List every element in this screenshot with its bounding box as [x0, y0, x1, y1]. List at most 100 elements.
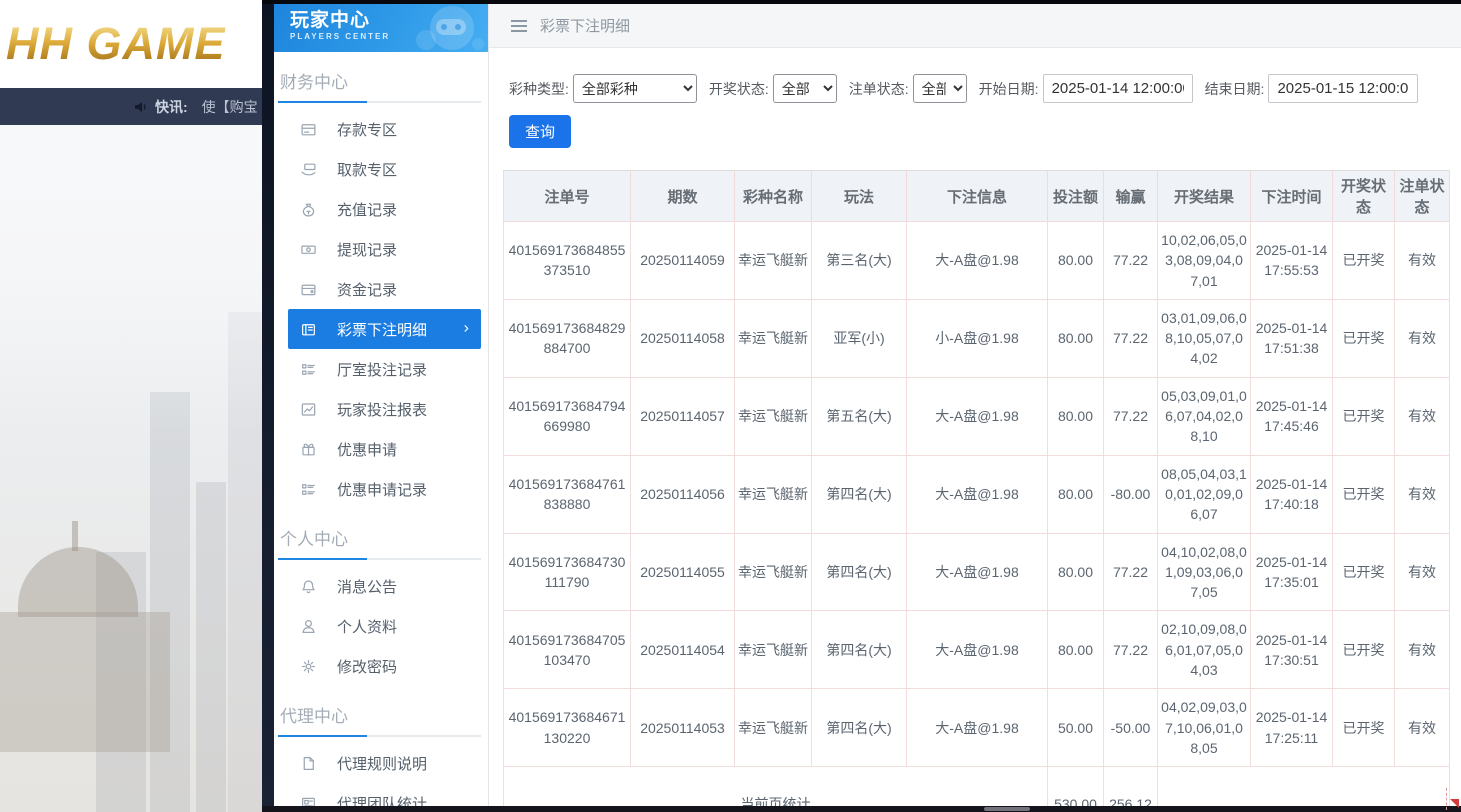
sidebar-item[interactable]: 厅室投注记录	[274, 349, 488, 389]
table-cell: 77.22	[1104, 222, 1158, 300]
table-cell: 幸运飞艇新	[735, 299, 812, 377]
hamburger-menu-icon[interactable]	[511, 20, 527, 32]
table-cell: 第四名(大)	[812, 533, 907, 611]
sidebar-item-label: 资金记录	[337, 279, 397, 300]
table-cell: 80.00	[1048, 377, 1104, 455]
main-topbar: 彩票下注明细	[489, 4, 1461, 48]
sidebar-item[interactable]: 资金记录	[274, 269, 488, 309]
table-cell: 77.22	[1104, 533, 1158, 611]
table-cell: 已开奖	[1333, 611, 1395, 689]
gamepad-icon	[436, 19, 466, 35]
column-header: 期数	[631, 171, 735, 222]
table-cell: 401569173684829884700	[504, 299, 631, 377]
draw-status-select[interactable]: 全部	[773, 74, 837, 103]
sidebar-item-label: 提现记录	[337, 239, 397, 260]
filter-bar: 彩种类型: 全部彩种 开奖状态: 全部 注单状态: 全部 开始日期: 结束日期:	[489, 48, 1461, 103]
table-cell: 08,05,04,03,10,01,02,09,06,07	[1158, 455, 1251, 533]
table-cell: 第四名(大)	[812, 455, 907, 533]
sidebar-item[interactable]: 彩票下注明细›	[288, 309, 481, 349]
table-cell: 80.00	[1048, 533, 1104, 611]
order-status-select[interactable]: 全部	[913, 74, 967, 103]
sidebar-item[interactable]: 取款专区	[274, 149, 488, 189]
list-icon	[300, 481, 317, 498]
bubble-decoration	[416, 30, 436, 50]
order-status-label: 注单状态:	[849, 79, 909, 99]
lottery-type-label: 彩种类型:	[509, 79, 569, 99]
bell-icon	[300, 578, 317, 595]
table-cell: 401569173684671130220	[504, 689, 631, 767]
sidebar-item-label: 代理规则说明	[337, 753, 427, 774]
sidebar-section-title: 个人中心	[274, 509, 488, 558]
sidebar-item-label: 取款专区	[337, 159, 397, 180]
column-header: 彩种名称	[735, 171, 812, 222]
table-cell: 20250114056	[631, 455, 735, 533]
sidebar-item-label: 存款专区	[337, 119, 397, 140]
column-header: 投注额	[1048, 171, 1104, 222]
sidebar-item-label: 消息公告	[337, 576, 397, 597]
table-cell: 04,02,09,03,07,10,06,01,08,05	[1158, 689, 1251, 767]
page-title: 彩票下注明细	[540, 15, 630, 36]
table-cell: 80.00	[1048, 222, 1104, 300]
sidebar-item[interactable]: 修改密码	[274, 646, 488, 686]
table-cell: 幸运飞艇新	[735, 611, 812, 689]
table-cell: 已开奖	[1333, 299, 1395, 377]
sidebar-item[interactable]: 充值记录	[274, 189, 488, 229]
draw-status-label: 开奖状态:	[709, 79, 769, 99]
table-cell: -80.00	[1104, 455, 1158, 533]
table-row: 40156917368476183888020250114056幸运飞艇新第四名…	[504, 455, 1450, 533]
table-cell: 03,01,09,06,08,10,05,07,04,02	[1158, 299, 1251, 377]
table-cell: 大-A盘@1.98	[907, 611, 1048, 689]
sidebar-item[interactable]: 玩家投注报表	[274, 389, 488, 429]
table-cell: 50.00	[1048, 689, 1104, 767]
sidebar-item[interactable]: 优惠申请	[274, 429, 488, 469]
table-cell: -50.00	[1104, 689, 1158, 767]
table-cell: 第三名(大)	[812, 222, 907, 300]
sidebar-section-title: 财务中心	[274, 52, 488, 101]
table-cell: 有效	[1395, 299, 1450, 377]
news-ticker: 快讯: 使【购宝	[0, 88, 262, 125]
end-date-input[interactable]	[1268, 74, 1418, 103]
table-cell: 已开奖	[1333, 222, 1395, 300]
sidebar-item[interactable]: 代理规则说明	[274, 743, 488, 783]
scrollbar-thumb[interactable]	[984, 807, 1030, 811]
sidebar-item[interactable]: 优惠申请记录	[274, 469, 488, 509]
table-cell: 10,02,06,05,03,08,09,04,07,01	[1158, 222, 1251, 300]
table-cell: 幸运飞艇新	[735, 689, 812, 767]
search-button[interactable]: 查询	[509, 115, 571, 148]
table-cell: 幸运飞艇新	[735, 222, 812, 300]
table-cell: 05,03,09,01,06,07,04,02,08,10	[1158, 377, 1251, 455]
sidebar-item-label: 厅室投注记录	[337, 359, 427, 380]
table-cell: 亚军(小)	[812, 299, 907, 377]
logo-bar: HH GAME	[0, 0, 262, 88]
table-cell: 已开奖	[1333, 533, 1395, 611]
main-pane: 彩票下注明细 彩种类型: 全部彩种 开奖状态: 全部 注单状态: 全部 开始日期…	[488, 4, 1461, 812]
speaker-icon	[133, 99, 149, 115]
sidebar-item[interactable]: 个人资料	[274, 606, 488, 646]
column-header: 开奖状态	[1333, 171, 1395, 222]
bottom-scrollbar[interactable]	[262, 806, 1461, 812]
end-date-label: 结束日期:	[1205, 79, 1265, 99]
column-header: 注单状态	[1395, 171, 1450, 222]
moneybag-icon	[300, 201, 317, 218]
start-date-input[interactable]	[1043, 74, 1193, 103]
table-cell: 有效	[1395, 533, 1450, 611]
table-cell: 20250114058	[631, 299, 735, 377]
table-cell: 有效	[1395, 222, 1450, 300]
sidebar-item[interactable]: 提现记录	[274, 229, 488, 269]
table-cell: 已开奖	[1333, 455, 1395, 533]
table-cell: 401569173684705103470	[504, 611, 631, 689]
table-cell: 04,10,02,08,01,09,03,06,07,05	[1158, 533, 1251, 611]
table-cell: 幸运飞艇新	[735, 455, 812, 533]
sidebar-section-title: 代理中心	[274, 686, 488, 735]
table-cell: 幸运飞艇新	[735, 377, 812, 455]
table-cell: 2025-01-14 17:40:18	[1251, 455, 1333, 533]
lottery-type-select[interactable]: 全部彩种	[573, 74, 697, 103]
sidebar-item[interactable]: 消息公告	[274, 566, 488, 606]
dark-divider-strip	[262, 0, 274, 812]
table-cell: 02,10,09,08,06,01,07,05,04,03	[1158, 611, 1251, 689]
table-cell: 20250114055	[631, 533, 735, 611]
table-cell: 80.00	[1048, 611, 1104, 689]
table-row: 40156917368479466998020250114057幸运飞艇新第五名…	[504, 377, 1450, 455]
wallet-icon	[300, 281, 317, 298]
sidebar-item[interactable]: 存款专区	[274, 109, 488, 149]
